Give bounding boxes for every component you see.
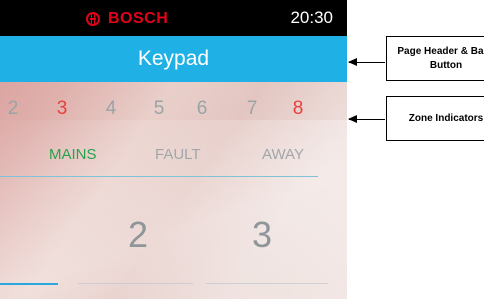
zone-indicator-8[interactable]: 8 <box>286 98 310 120</box>
clock: 20:30 <box>290 8 333 27</box>
keypad-key-2[interactable]: 2 <box>118 214 158 256</box>
zone-indicators: 2 3 4 5 6 7 8 <box>0 98 347 128</box>
zone-indicator-4[interactable]: 4 <box>99 98 123 120</box>
zone-callout-text: Zone Indicators <box>408 112 484 124</box>
header-callout-arrow <box>348 58 385 66</box>
zone-indicator-2[interactable]: 2 <box>1 98 25 120</box>
page-title: Keypad <box>137 47 210 70</box>
zone-indicator-5[interactable]: 5 <box>147 98 171 120</box>
device-screen: BOSCH 20:30 Keypad 2 3 4 5 6 7 8 MAINS F… <box>0 0 347 299</box>
key-underline <box>206 283 328 284</box>
bosch-logo-icon <box>86 12 100 26</box>
divider <box>0 176 318 177</box>
away-status: AWAY <box>262 146 304 163</box>
mains-status: MAINS <box>49 146 97 163</box>
zone-indicator-6[interactable]: 6 <box>190 98 214 120</box>
brand-name: BOSCH <box>108 10 169 27</box>
zone-callout: Zone Indicators <box>386 96 484 141</box>
keypad-key-3[interactable]: 3 <box>242 214 282 256</box>
keypad-key-1[interactable]: 1 <box>0 214 10 256</box>
key-underline-active <box>0 283 58 285</box>
zone-indicator-3[interactable]: 3 <box>50 98 74 120</box>
header-callout-text: Page Header & Back Button <box>397 45 484 71</box>
fault-status: FAULT <box>155 146 201 163</box>
brand: BOSCH <box>86 9 168 29</box>
page-header: Keypad <box>0 36 347 82</box>
key-underline <box>78 283 193 284</box>
header-callout: Page Header & Back Button <box>386 36 484 81</box>
status-bar: BOSCH 20:30 <box>0 0 347 36</box>
zone-indicator-7[interactable]: 7 <box>240 98 264 120</box>
zone-callout-arrow <box>348 115 385 123</box>
